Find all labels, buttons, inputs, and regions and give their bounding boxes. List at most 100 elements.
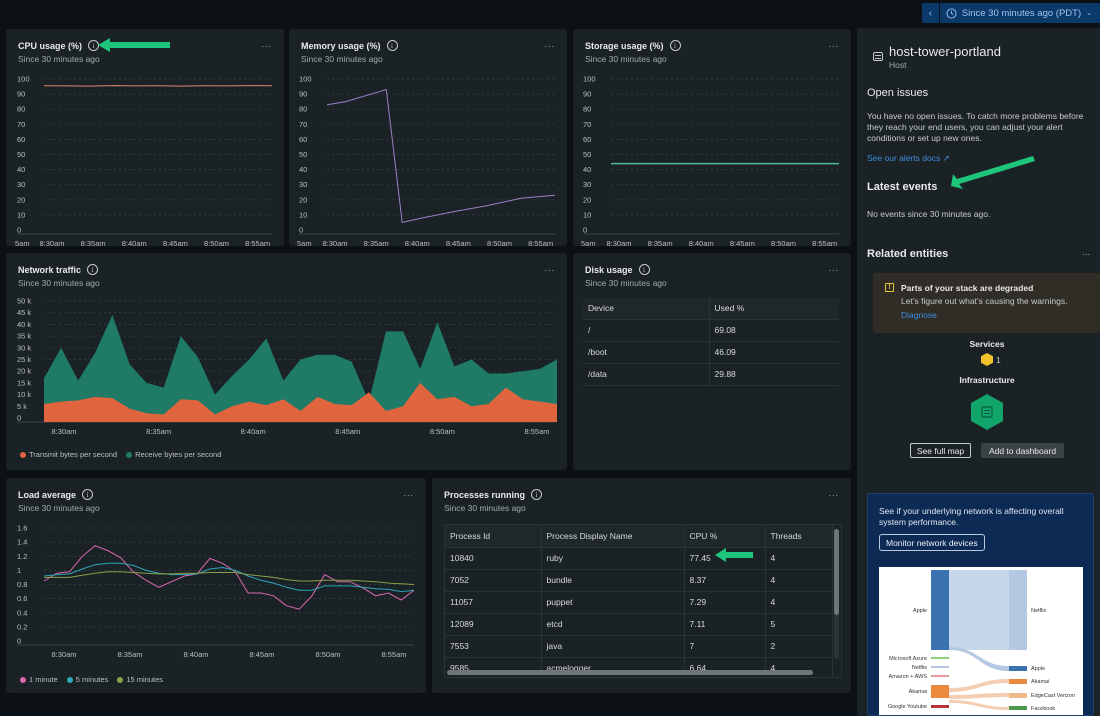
processes-table-container: Process Id Process Display Name CPU % Th… (444, 524, 842, 678)
cell-cpu: 7 (684, 635, 766, 658)
y-tick-label: 15 k (17, 378, 31, 387)
cell-device: / (583, 319, 710, 342)
y-tick-label: 50 (299, 150, 307, 159)
disk-usage-table: Device Used % /69.08 /boot 46.09 /data 29.… (583, 298, 839, 386)
infrastructure-hexagon-icon[interactable] (971, 394, 1003, 430)
x-tick-label: 8:55am (528, 239, 553, 246)
memory-series-line (326, 88, 556, 224)
x-tick-label: 8:40am (241, 427, 266, 436)
column-header-device[interactable]: Device (583, 298, 710, 320)
x-tick-label: 8:30am (606, 239, 631, 246)
y-tick-label: 10 (583, 210, 591, 219)
diagnose-link[interactable]: Diagnose (901, 310, 937, 320)
column-header-process-id[interactable]: Process Id (445, 525, 542, 548)
y-tick-label: 1.4 (17, 538, 27, 547)
cell-process-name: ruby (541, 547, 685, 570)
sankey-flow (949, 700, 1009, 710)
sankey-label: Akamai (1031, 679, 1049, 685)
table-header-row: Device Used % (583, 298, 839, 320)
y-tick-label: 40 (17, 165, 25, 174)
sankey-node-akamai-dst (1009, 679, 1027, 684)
horizontal-scrollbar[interactable] (447, 670, 813, 675)
vertical-scrollbar[interactable] (834, 529, 839, 659)
storage-usage-card: Storage usage (%) i Since 30 minutes ago … (573, 29, 851, 246)
chevron-left-icon[interactable]: ‹ (922, 3, 940, 23)
x-tick-label: 8:35am (648, 239, 673, 246)
monitor-network-devices-button[interactable]: Monitor network devices (879, 534, 985, 551)
table-row: /data 29.88 (583, 363, 839, 386)
x-tick-label: 8:55am (381, 650, 406, 659)
annotation-arrow-icon (98, 38, 170, 52)
table-row: 12089 etcd 7.11 5 (445, 613, 833, 636)
card-title: Processes running i (444, 489, 543, 500)
processes-table: Process Id Process Display Name CPU % Th… (445, 525, 833, 677)
y-tick-label: 10 (299, 210, 307, 219)
table-row: 7553 java 7 2 (445, 635, 833, 658)
x-tick-label: 8:45am (446, 239, 471, 246)
cell-threads: 2 (765, 635, 833, 658)
sankey-node-apple (931, 570, 949, 650)
more-menu-icon[interactable]: ... (828, 263, 839, 273)
sankey-node-youtube (931, 705, 949, 708)
column-header-cpu[interactable]: CPU % (684, 525, 766, 548)
time-range-button[interactable]: Since 30 minutes ago (PDT) ⌄ (940, 8, 1100, 19)
y-tick-label: 0.2 (17, 622, 27, 631)
more-menu-icon[interactable]: ... (1082, 247, 1090, 257)
x-tick-label: 8:50am (487, 239, 512, 246)
see-full-map-button[interactable]: See full map (910, 443, 971, 458)
y-tick-label: 60 (299, 135, 307, 144)
sankey-label: Amazon + AWS (889, 674, 928, 680)
memory-usage-card: Memory usage (%) i Since 30 minutes ago .… (289, 29, 567, 246)
processes-running-card: Processes running i Since 30 minutes ago … (432, 478, 851, 693)
y-tick-label: 70 (583, 120, 591, 129)
service-hexagon-icon[interactable] (981, 353, 993, 366)
y-tick-label: 80 (583, 105, 591, 114)
cell-used: 69.08 (709, 319, 839, 342)
y-tick-label: 40 (583, 165, 591, 174)
scrollbar-thumb[interactable] (834, 529, 839, 615)
sankey-node-akamai (931, 685, 949, 698)
alerts-docs-link[interactable]: See our alerts docs ↗ (867, 153, 950, 164)
x-tick-label: 8:50am (430, 427, 455, 436)
sankey-label: Facebook (1031, 706, 1055, 712)
x-tick-label: 8:55am (524, 427, 549, 436)
cell-cpu: 7.11 (684, 613, 766, 636)
clock-icon (946, 7, 957, 19)
cpu-series-line (43, 85, 273, 87)
column-header-process-name[interactable]: Process Display Name (541, 525, 685, 548)
add-to-dashboard-button[interactable]: Add to dashboard (981, 443, 1064, 458)
column-header-threads[interactable]: Threads (765, 525, 833, 548)
sankey-label: Apple (913, 608, 927, 614)
cell-process-id: 10840 (445, 547, 542, 570)
x-tick-label: 8:40am (183, 650, 208, 659)
top-bar: ‹ Since 30 minutes ago (PDT) ⌄ (0, 0, 1100, 26)
disk-usage-card: Disk usage i Since 30 minutes ago ... Dev… (573, 253, 851, 470)
more-menu-icon[interactable]: ... (828, 488, 839, 498)
cell-threads: 4 (765, 569, 833, 592)
x-tick-label: 8:30am (51, 650, 76, 659)
promo-text: See if your underlying network is affect… (879, 506, 1064, 527)
y-tick-label: 30 (583, 180, 591, 189)
y-tick-label: 0 (17, 226, 21, 235)
y-tick-label: 20 (583, 195, 591, 204)
x-tick-label: 8:45am (335, 427, 360, 436)
y-tick-label: 90 (583, 90, 591, 99)
card-subtitle: Since 30 minutes ago (444, 503, 526, 513)
y-tick-label: 0.8 (17, 580, 27, 589)
info-icon[interactable]: i (531, 489, 543, 500)
x-tick-label: 8:30am (39, 239, 64, 246)
info-icon[interactable]: i (638, 264, 650, 275)
y-tick-label: 35 k (17, 332, 31, 341)
table-header-row: Process Id Process Display Name CPU % Th… (445, 525, 833, 548)
sankey-flow (949, 570, 1009, 650)
table-row: /boot 46.09 (583, 341, 839, 364)
column-header-used[interactable]: Used % (709, 298, 839, 320)
cpu-usage-card: CPU usage (%) i Since 30 minutes ago ... … (6, 29, 284, 246)
chart-svg: 0 5 k 10 k 15 k 20 k 25 k 30 k 35 k 40 k 45 k 50 k… (17, 297, 557, 436)
cell-threads: 5 (765, 613, 833, 636)
y-tick-label: 40 k (17, 320, 31, 329)
y-tick-label: 30 (17, 180, 25, 189)
chevron-down-icon: ⌄ (1086, 10, 1092, 17)
y-tick-label: 70 (299, 120, 307, 129)
time-picker[interactable]: ‹ Since 30 minutes ago (PDT) ⌄ (921, 3, 1100, 23)
